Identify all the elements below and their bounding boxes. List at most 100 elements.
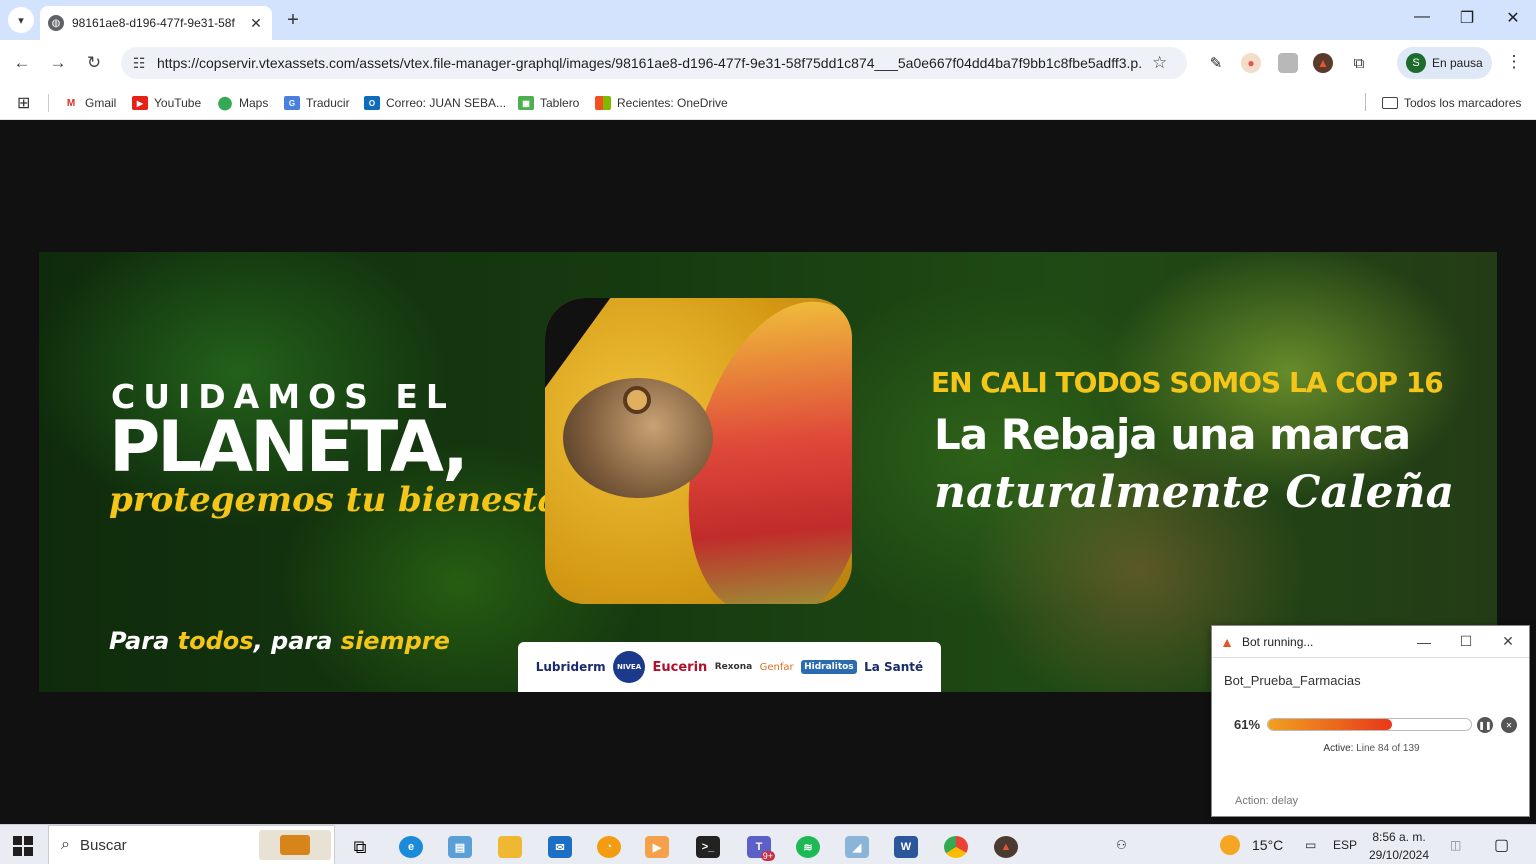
terminal-icon[interactable]: >_: [688, 831, 728, 863]
menu-icon[interactable]: ⋮: [1505, 52, 1523, 72]
browser-app-icon[interactable]: ◔: [589, 831, 629, 863]
mail-icon[interactable]: ✉: [540, 831, 580, 863]
all-bookmarks[interactable]: Todos los marcadores: [1382, 93, 1521, 113]
brand-logos-strip: Lubriderm NIVEA Eucerin Rexona Genfar Hi…: [518, 642, 941, 692]
bookmark-maps[interactable]: ⬤ Maps: [217, 93, 269, 113]
new-tab-button[interactable]: +: [282, 9, 304, 32]
maximize-button[interactable]: ☐: [1445, 633, 1487, 650]
file-explorer-icon[interactable]: [490, 831, 530, 863]
frog-photo: [545, 298, 852, 604]
temperature[interactable]: 15°C: [1252, 825, 1283, 864]
tab-title: 98161ae8-d196-477f-9e31-58f: [72, 16, 235, 30]
profile-button[interactable]: S En pausa: [1397, 47, 1492, 79]
bookmark-tablero[interactable]: ▦ Tablero: [518, 93, 579, 113]
bookmark-label: YouTube: [154, 96, 202, 110]
brand-la-sante: La Santé: [864, 660, 924, 674]
bot-action: Action: delay: [1235, 795, 1298, 807]
bot-progress-bar: [1267, 718, 1472, 731]
taskbar-search[interactable]: ⌕ Buscar: [48, 825, 335, 864]
puzzle-icon[interactable]: ⧉: [1349, 53, 1369, 73]
edge-icon[interactable]: e: [391, 831, 431, 863]
minimize-button[interactable]: —: [1407, 8, 1437, 26]
notifications-icon[interactable]: ▢: [1494, 825, 1509, 864]
bot-running-window: ▲ Bot running... — ☐ ✕ Bot_Prueba_Farmac…: [1211, 625, 1530, 817]
tab-close-icon[interactable]: ✕: [248, 15, 264, 32]
teams-badge: 9+: [760, 851, 775, 861]
bookmark-onedrive[interactable]: Recientes: OneDrive: [595, 93, 728, 113]
people-icon[interactable]: ⚇: [1116, 825, 1127, 864]
weather-icon[interactable]: [1220, 825, 1240, 864]
bookmark-youtube[interactable]: ▶ YouTube: [132, 93, 201, 113]
apps-icon[interactable]: ⊞: [17, 93, 30, 113]
app-tray-icon[interactable]: ◫: [1450, 825, 1461, 864]
brand-genfar: Genfar: [759, 661, 794, 673]
back-button[interactable]: ←: [10, 51, 34, 75]
media-player-icon[interactable]: ▶: [637, 831, 677, 863]
bookmark-translate[interactable]: G Traducir: [284, 93, 350, 113]
app-icon[interactable]: ◢: [837, 831, 877, 863]
banner-right-headline: EN CALI TODOS SOMOS LA COP 16: [931, 366, 1444, 399]
gmail-icon: M: [66, 97, 76, 109]
banner-headline-2: PLANETA,: [109, 406, 469, 488]
extension-icon[interactable]: ●: [1241, 53, 1261, 73]
windows-start-icon[interactable]: [13, 836, 33, 856]
close-button[interactable]: ✕: [1487, 633, 1529, 650]
bookmark-label: Maps: [239, 96, 269, 110]
dashboard-icon: ▦: [518, 96, 534, 110]
microsoft-icon: [595, 96, 611, 110]
bookmark-star-icon[interactable]: ☆: [1152, 53, 1167, 73]
automation-logo-icon: ▲: [1220, 633, 1234, 650]
divider: [1365, 93, 1366, 111]
tab-search-button[interactable]: ▾: [8, 7, 34, 33]
folder-icon: [1382, 97, 1398, 109]
divider: [48, 94, 49, 112]
browser-tab[interactable]: ◍ 98161ae8-d196-477f-9e31-58f ✕: [40, 6, 272, 40]
search-label: Buscar: [79, 836, 127, 854]
globe-icon: ◍: [48, 15, 64, 31]
bot-progress-fill: [1268, 719, 1392, 730]
translate-icon: G: [284, 96, 300, 110]
eyedropper-extension-icon[interactable]: ✎: [1206, 53, 1226, 73]
banner-right-script: naturalmente Caleña: [934, 467, 1455, 518]
brand-lubriderm: Lubriderm: [535, 660, 606, 674]
search-icon: ⌕: [61, 836, 70, 853]
control-panel-icon[interactable]: ▤: [440, 831, 480, 863]
bookmark-label: Gmail: [85, 96, 117, 110]
spotify-icon[interactable]: ≋: [788, 831, 828, 863]
date: 29/10/2024: [1368, 848, 1430, 862]
clock[interactable]: 8:56 a. m. 29/10/2024: [1362, 828, 1436, 864]
url-text[interactable]: https://copservir.vtexassets.com/assets/…: [157, 55, 1142, 71]
windows-taskbar: ⌕ Buscar ⧉ e ▤ ✉ ◔ ▶ >_ T 9+ ≋ ◢ W ▲ ⚇ 1…: [0, 824, 1536, 864]
teams-icon[interactable]: T 9+: [739, 831, 779, 863]
bookmark-label: Recientes: OneDrive: [617, 96, 728, 110]
automation-app-icon[interactable]: ▲: [986, 831, 1026, 863]
forward-button[interactable]: →: [46, 51, 70, 75]
site-info-icon[interactable]: ☷: [129, 55, 149, 72]
address-bar[interactable]: ☷ https://copservir.vtexassets.com/asset…: [121, 47, 1187, 79]
minimize-button[interactable]: —: [1403, 634, 1445, 650]
restore-button[interactable]: ❐: [1452, 8, 1482, 28]
bot-active-line: Active: Line 84 of 139: [1323, 743, 1420, 754]
bookmark-gmail[interactable]: M Gmail: [63, 93, 117, 113]
bookmark-label: Correo: JUAN SEBA...: [386, 96, 507, 110]
banner-footer: Para todos, para siempre: [109, 627, 450, 655]
reload-button[interactable]: ↻: [82, 51, 106, 75]
maps-pin-icon: ⬤: [217, 95, 233, 110]
avatar: S: [1406, 53, 1426, 73]
outlook-icon: O: [364, 96, 380, 110]
automation-extension-icon[interactable]: ▲: [1313, 53, 1333, 73]
banner-tagline: protegemos tu bienestar: [109, 480, 578, 520]
chrome-icon[interactable]: [936, 831, 976, 863]
bookmark-outlook[interactable]: O Correo: JUAN SEBA...: [364, 93, 506, 113]
language-indicator[interactable]: ESP: [1333, 825, 1357, 864]
pause-button[interactable]: ❚❚: [1477, 717, 1493, 733]
task-view-icon[interactable]: ⧉: [340, 831, 380, 863]
battery-icon[interactable]: ▭: [1305, 825, 1316, 864]
chevron-down-icon: ▾: [18, 14, 24, 27]
bookmark-label: Tablero: [540, 96, 580, 110]
extension-icon[interactable]: [1278, 53, 1298, 73]
stop-button[interactable]: ✕: [1501, 717, 1517, 733]
bot-window-header: ▲ Bot running... — ☐ ✕: [1212, 626, 1529, 658]
window-close-button[interactable]: ✕: [1498, 8, 1528, 28]
word-icon[interactable]: W: [886, 831, 926, 863]
